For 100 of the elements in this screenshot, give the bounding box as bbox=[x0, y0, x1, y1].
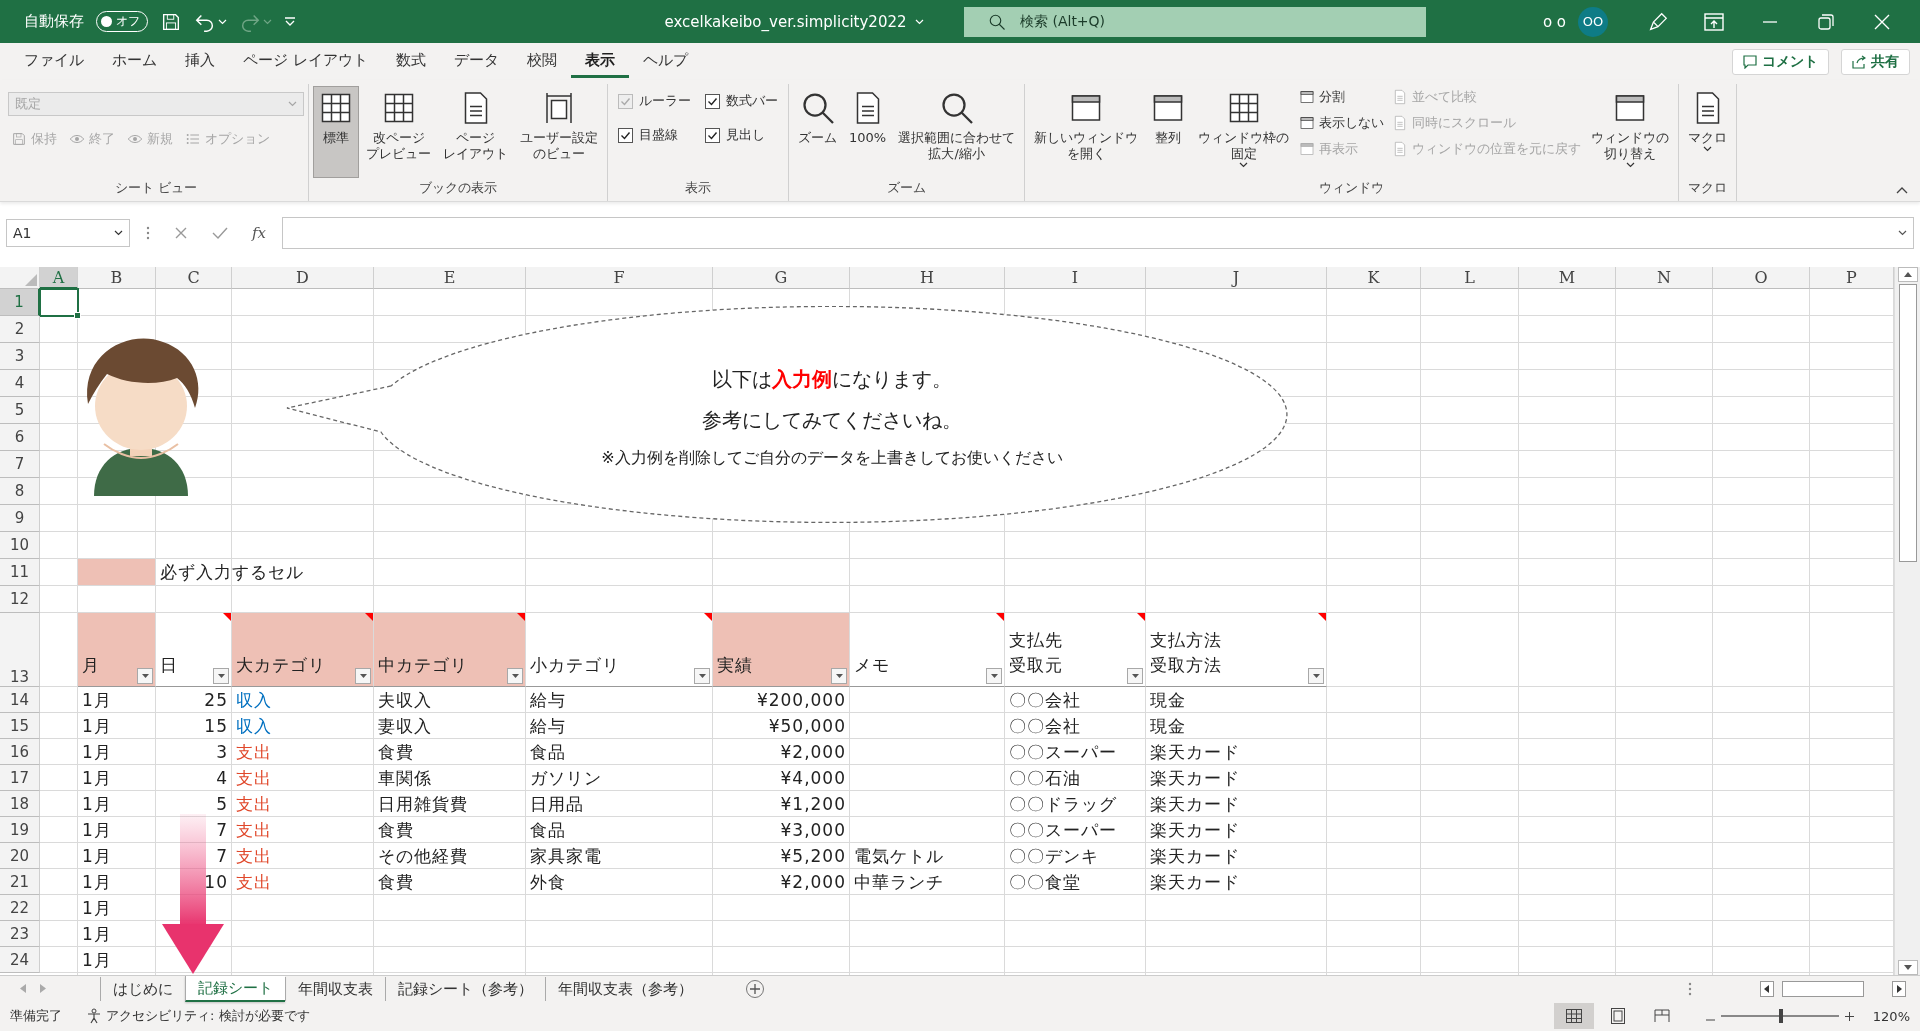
avatar[interactable]: OO bbox=[1578, 6, 1608, 37]
ribbon-button[interactable]: 分割 bbox=[1296, 86, 1388, 108]
column-header[interactable]: G bbox=[713, 267, 850, 289]
column-header[interactable]: J bbox=[1146, 267, 1327, 289]
column-header[interactable]: N bbox=[1616, 267, 1713, 289]
ribbon-button[interactable]: 選択範囲に合わせて 拡大/縮小 bbox=[893, 86, 1021, 178]
horizontal-scrollbar[interactable] bbox=[1688, 980, 1906, 997]
row-header[interactable]: 18 bbox=[0, 791, 40, 817]
sheet-tab[interactable]: 年間収支表（参考） bbox=[545, 976, 705, 1001]
column-header[interactable]: H bbox=[850, 267, 1005, 289]
row-header[interactable]: 1 bbox=[0, 289, 40, 316]
row-header[interactable]: 22 bbox=[0, 895, 40, 921]
customize-icon[interactable] bbox=[284, 16, 296, 27]
checkbox[interactable]: 数式バー bbox=[699, 86, 784, 116]
insert-function-button[interactable]: fx bbox=[244, 223, 274, 242]
menu-tab[interactable]: 挿入 bbox=[171, 45, 229, 78]
column-header[interactable]: O bbox=[1713, 267, 1810, 289]
menu-tab[interactable]: ファイル bbox=[10, 45, 98, 78]
column-header[interactable]: M bbox=[1519, 267, 1616, 289]
menu-tab[interactable]: ヘルプ bbox=[628, 45, 702, 78]
row-header[interactable]: 10 bbox=[0, 532, 40, 559]
filter-button[interactable] bbox=[1308, 668, 1324, 684]
sheet-tab[interactable]: 記録シート bbox=[185, 975, 285, 1002]
ribbon-button[interactable]: 新しいウィンドウ を開く bbox=[1029, 86, 1144, 178]
scroll-up-icon[interactable] bbox=[1903, 272, 1912, 277]
row-header[interactable]: 2 bbox=[0, 316, 40, 343]
row-header[interactable]: 5 bbox=[0, 397, 40, 424]
row-header[interactable]: 12 bbox=[0, 586, 40, 613]
checkbox[interactable]: 見出し bbox=[699, 120, 784, 150]
filter-button[interactable] bbox=[213, 668, 229, 684]
formula-input[interactable] bbox=[282, 216, 1914, 249]
ribbon-button[interactable]: ページ レイアウト bbox=[438, 86, 513, 178]
row-header[interactable]: 3 bbox=[0, 343, 40, 370]
filter-button[interactable] bbox=[694, 668, 710, 684]
filter-button[interactable] bbox=[355, 668, 371, 684]
sheet-tab[interactable]: 記録シート（参考） bbox=[385, 976, 545, 1001]
menu-tab[interactable]: ホーム bbox=[98, 45, 171, 78]
ribbon-button[interactable]: マクロ bbox=[1683, 86, 1733, 178]
ribbon-button[interactable]: 100% bbox=[844, 86, 892, 178]
ribbon-button[interactable]: ユーザー設定 のビュー bbox=[515, 86, 603, 178]
search-field[interactable]: 検索 (Alt+Q) bbox=[964, 6, 1426, 37]
menu-tab[interactable]: データ bbox=[439, 45, 513, 78]
row-header[interactable]: 11 bbox=[0, 559, 40, 586]
column-header[interactable]: I bbox=[1005, 267, 1146, 289]
column-header[interactable]: F bbox=[526, 267, 713, 289]
column-header[interactable]: K bbox=[1327, 267, 1421, 289]
vertical-scrollbar[interactable] bbox=[1894, 267, 1920, 975]
zoom-level[interactable]: 120% bbox=[1860, 1008, 1910, 1024]
scroll-down-icon[interactable] bbox=[1903, 965, 1912, 970]
ribbon-button[interactable]: ウィンドウの 切り替え bbox=[1586, 86, 1675, 178]
scroll-left-icon[interactable] bbox=[1760, 980, 1774, 997]
sheet-tab[interactable]: 年間収支表 bbox=[285, 976, 385, 1001]
menu-tab[interactable]: ページ レイアウト bbox=[229, 45, 382, 78]
add-sheet-icon[interactable] bbox=[745, 978, 765, 999]
filter-button[interactable] bbox=[137, 668, 153, 684]
ribbon-button[interactable]: 表示しない bbox=[1296, 112, 1388, 134]
ribbon-button[interactable]: 改ページ プレビュー bbox=[361, 86, 436, 178]
filter-button[interactable] bbox=[507, 668, 523, 684]
row-header[interactable]: 14 bbox=[0, 687, 40, 713]
row-header[interactable]: 24 bbox=[0, 947, 40, 973]
share-button[interactable]: 共有 bbox=[1841, 48, 1910, 75]
row-header[interactable]: 23 bbox=[0, 921, 40, 947]
view-button[interactable] bbox=[1554, 1003, 1594, 1029]
drag-handle-icon[interactable] bbox=[1688, 981, 1692, 996]
ribbon-button[interactable]: ウィンドウ枠の 固定 bbox=[1193, 86, 1295, 178]
row-header[interactable]: 19 bbox=[0, 817, 40, 843]
column-header[interactable]: D bbox=[232, 267, 374, 289]
table-cell: 5 bbox=[216, 794, 228, 814]
checkbox[interactable]: 目盛線 bbox=[612, 120, 697, 150]
column-header[interactable]: C bbox=[156, 267, 232, 289]
column-header[interactable]: A bbox=[40, 267, 78, 289]
column-header[interactable]: P bbox=[1810, 267, 1894, 289]
row-header[interactable]: 7 bbox=[0, 451, 40, 478]
table-cell: ¥50,000 bbox=[768, 716, 846, 736]
slider-thumb[interactable] bbox=[1779, 1009, 1784, 1023]
filter-button[interactable] bbox=[1127, 668, 1143, 684]
row-header[interactable]: 15 bbox=[0, 713, 40, 739]
row-header[interactable]: 17 bbox=[0, 765, 40, 791]
ribbon-button[interactable]: 標準 bbox=[313, 86, 359, 178]
column-header[interactable]: E bbox=[374, 267, 526, 289]
filter-button[interactable] bbox=[831, 668, 847, 684]
row-header[interactable]: 16 bbox=[0, 739, 40, 765]
menu-tab[interactable]: 数式 bbox=[381, 45, 440, 78]
ribbon-button[interactable]: 整列 bbox=[1145, 86, 1192, 178]
ribbon-button[interactable]: ズーム bbox=[793, 86, 842, 178]
row-header[interactable]: 13 bbox=[0, 613, 40, 687]
column-header[interactable]: L bbox=[1421, 267, 1519, 289]
menu-tab[interactable]: 校閲 bbox=[512, 45, 571, 78]
row-header[interactable]: 9 bbox=[0, 505, 40, 532]
column-header[interactable]: B bbox=[78, 267, 156, 289]
row-header[interactable]: 21 bbox=[0, 869, 40, 895]
scroll-right-icon[interactable] bbox=[1892, 980, 1906, 997]
filter-button[interactable] bbox=[986, 668, 1002, 684]
row-header[interactable]: 8 bbox=[0, 478, 40, 505]
comment-button[interactable]: コメント bbox=[1732, 48, 1829, 75]
row-header[interactable]: 20 bbox=[0, 843, 40, 869]
accessibility-status[interactable]: アクセシビリティ: 検討が必要です bbox=[106, 1007, 310, 1025]
name-box[interactable]: A1 bbox=[6, 218, 130, 247]
row-header[interactable]: 6 bbox=[0, 424, 40, 451]
row-header[interactable]: 4 bbox=[0, 370, 40, 397]
